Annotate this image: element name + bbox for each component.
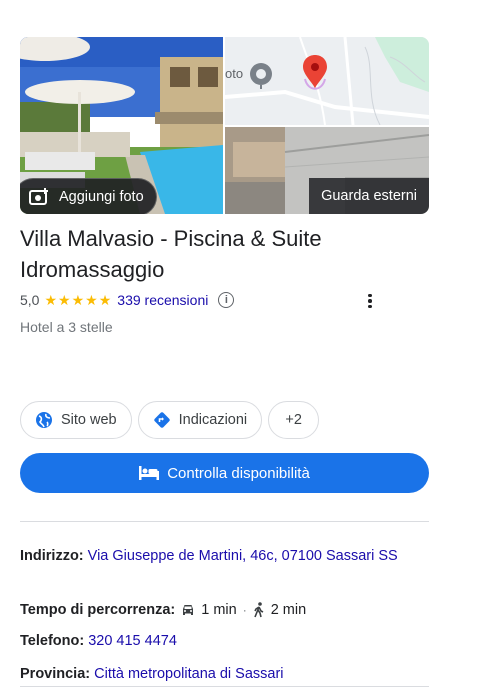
more-options-icon[interactable] <box>362 291 378 311</box>
action-chips: Sito web Indicazioni +2 <box>20 401 320 439</box>
map-image <box>225 37 429 125</box>
travel-car-time: 1 min <box>201 602 237 618</box>
phone-row: Telefono: 320 415 4474 <box>20 629 420 653</box>
rating-row: 5,0 ★ ★ ★ ★ ★ 339 recensioni i <box>20 290 380 310</box>
star-icon: ★ <box>58 292 71 308</box>
province-row: Provincia: Città metropolitana di Sassar… <box>20 662 420 686</box>
directions-button[interactable]: Indicazioni <box>137 401 263 439</box>
star-rating: ★ ★ ★ ★ ★ <box>44 293 111 307</box>
reviews-link[interactable]: 339 recensioni <box>117 292 208 308</box>
place-category: Hotel a 3 stelle <box>20 319 113 335</box>
travel-time-row: Tempo di percorrenza: 1 min · 2 min <box>20 598 420 622</box>
add-photo-button[interactable]: Aggiungi foto <box>20 178 157 214</box>
globe-icon <box>36 412 52 428</box>
province-label: Provincia: <box>20 666 91 682</box>
exterior-photo[interactable]: Guarda esterni <box>225 127 429 214</box>
walk-icon <box>253 602 264 618</box>
phone-label: Telefono: <box>20 633 85 649</box>
place-title: Villa Malvasio - Piscina & Suite Idromas… <box>20 226 322 282</box>
rating-value: 5,0 <box>20 292 40 308</box>
car-icon <box>183 605 194 615</box>
address-row: Indirizzo: Via Giuseppe de Martini, 46c,… <box>20 544 420 568</box>
phone-link[interactable]: 320 415 4474 <box>88 633 177 649</box>
address-link[interactable]: Via Giuseppe de Martini, 46c, 07100 Sass… <box>88 548 398 564</box>
check-availability-label: Controlla disponibilità <box>167 464 310 482</box>
website-button[interactable]: Sito web <box>20 401 132 439</box>
hotel-pool-photo[interactable]: Aggiungi foto <box>20 37 223 214</box>
address-label: Indirizzo: <box>20 548 84 564</box>
map-label: oto <box>225 66 244 81</box>
directions-label: Indicazioni <box>178 412 248 428</box>
travel-walk-time: 2 min <box>270 602 307 618</box>
travel-time-label: Tempo di percorrenza: <box>20 602 176 618</box>
bed-icon <box>139 466 160 480</box>
more-actions-button[interactable]: +2 <box>268 401 320 439</box>
view-exterior-label: Guarda esterni <box>321 188 417 204</box>
star-icon: ★ <box>98 292 112 308</box>
photo-gallery: Aggiungi foto oto Guarda esterni <box>20 37 429 214</box>
star-icon: ★ <box>85 292 98 308</box>
province-link[interactable]: Città metropolitana di Sassari <box>94 666 283 682</box>
map-thumbnail[interactable]: oto <box>225 37 429 125</box>
star-icon: ★ <box>44 292 58 308</box>
view-exterior-button[interactable]: Guarda esterni <box>309 178 429 214</box>
add-photo-icon <box>29 188 48 205</box>
separator-dot: · <box>242 603 247 617</box>
star-icon: ★ <box>71 292 85 308</box>
directions-icon <box>153 412 170 428</box>
more-actions-label: +2 <box>285 412 302 428</box>
divider <box>20 521 429 522</box>
divider <box>20 686 429 687</box>
check-availability-button[interactable]: Controlla disponibilità <box>20 453 429 493</box>
add-photo-label: Aggiungi foto <box>59 189 144 205</box>
website-label: Sito web <box>61 412 117 428</box>
info-icon[interactable]: i <box>218 292 235 308</box>
